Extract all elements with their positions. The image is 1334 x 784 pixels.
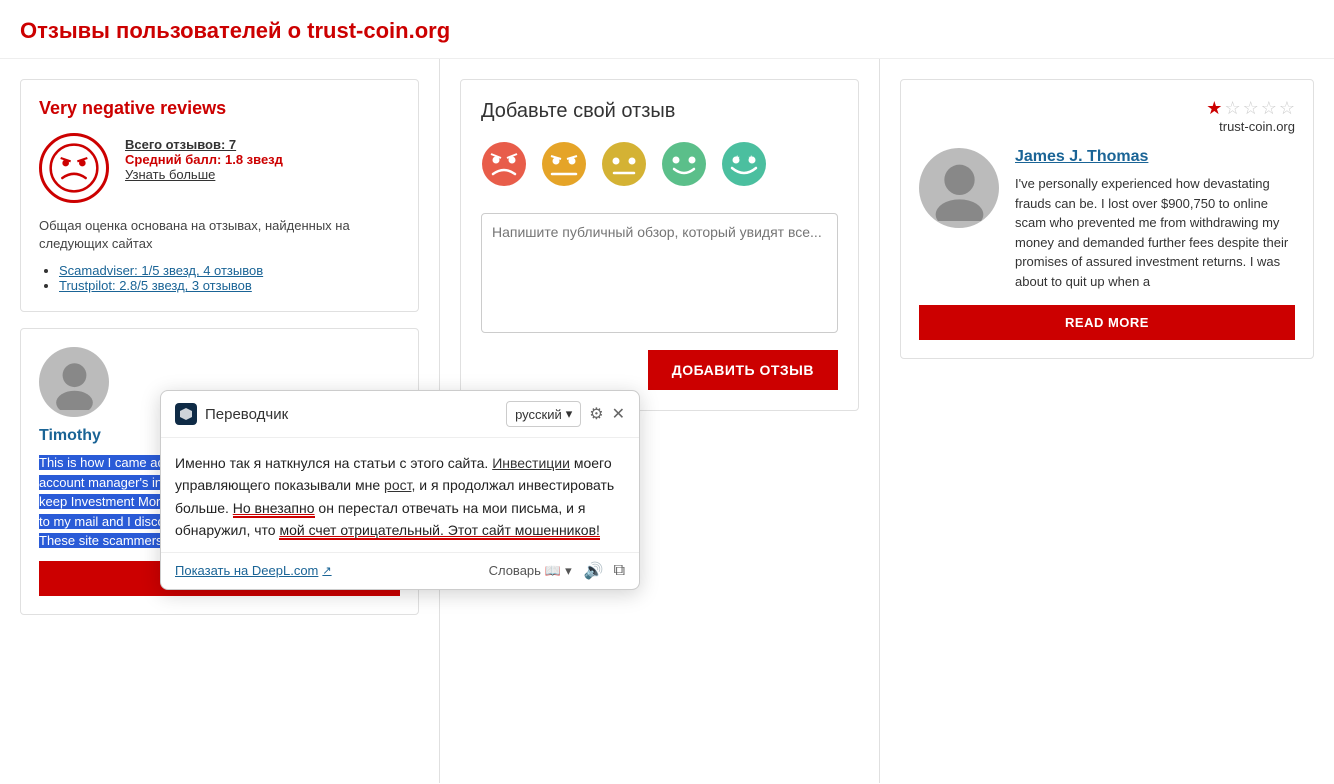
source-scamadviser-link[interactable]: Scamadviser: 1/5 звезд, 4 отзывов [59, 263, 263, 278]
negative-account-span: мой счет отрицательный. Этот сайт мошенн… [279, 522, 599, 540]
but-suddenly-span: Но внезапно [233, 500, 315, 518]
neg-stats: Всего отзывов: 7 Средний балл: 1.8 звезд… [125, 133, 283, 182]
james-name: James J. Thomas [1015, 148, 1295, 166]
stars-rating: ★ ☆ ☆ ☆ ☆ [1206, 98, 1295, 119]
investments-link: Инвестиции [492, 455, 570, 471]
negative-reviews-box: Very negative reviews Всего отзывов: 7 С… [20, 79, 419, 312]
james-read-more-button[interactable]: READ MORE [919, 305, 1295, 340]
close-icon[interactable]: ✕ [612, 404, 625, 424]
translation-text: Именно так я наткнулся на статьи с этого… [175, 452, 625, 542]
settings-icon[interactable]: ⚙ [589, 404, 603, 424]
popup-body: Именно так я наткнулся на статьи с этого… [161, 438, 639, 552]
negative-reviews-title: Very negative reviews [39, 98, 400, 119]
neg-summary: Всего отзывов: 7 Средний балл: 1.8 звезд… [39, 133, 400, 203]
source-item[interactable]: Trustpilot: 2.8/5 звезд, 3 отзывов [59, 278, 400, 293]
learn-more-link[interactable]: Узнать больше [125, 167, 283, 182]
emoji-row: ★ ★ [481, 141, 838, 197]
footer-icons: 🔊 ⧉ [584, 561, 625, 581]
svg-text:★: ★ [734, 154, 740, 162]
deepl-external-link[interactable]: Показать на DeepL.com ↗ [175, 563, 332, 578]
copy-icon[interactable]: ⧉ [614, 562, 625, 580]
page-title: Отзывы пользователей о trust-coin.org [20, 18, 1314, 44]
translation-popup: Переводчик русский ▾ ⚙ ✕ Именно так я на… [160, 390, 640, 590]
popup-footer: Показать на DeepL.com ↗ Словарь 📖 ▾ 🔊 ⧉ [161, 552, 639, 589]
popup-header: Переводчик русский ▾ ⚙ ✕ [161, 391, 639, 438]
total-reviews: Всего отзывов: 7 [125, 137, 283, 152]
svg-text:★: ★ [748, 154, 754, 162]
review-textarea[interactable] [481, 213, 838, 333]
reviewed-site-name: trust-coin.org [1206, 119, 1295, 134]
angry-face-icon [39, 133, 109, 203]
lang-selector[interactable]: русский ▾ [506, 401, 581, 427]
emoji-neutral[interactable] [601, 141, 647, 197]
james-body: James J. Thomas I've personally experien… [919, 148, 1295, 291]
star-2: ☆ [1224, 98, 1240, 119]
add-review-box: Добавьте свой отзыв [460, 79, 859, 411]
neg-description: Общая оценка основана на отзывах, найден… [39, 217, 400, 253]
page-header: Отзывы пользователей о trust-coin.org [0, 0, 1334, 59]
emoji-very-happy[interactable]: ★ ★ [721, 141, 767, 197]
chevron-down-icon: ▾ [566, 406, 573, 422]
neg-sources-list: Scamadviser: 1/5 звезд, 4 отзывов Trustp… [39, 263, 400, 293]
add-review-title: Добавьте свой отзыв [481, 100, 838, 123]
timothy-avatar [39, 347, 109, 417]
chevron-down-dict-icon: ▾ [565, 563, 572, 579]
source-item[interactable]: Scamadviser: 1/5 звезд, 4 отзывов [59, 263, 400, 278]
avg-score: Средний балл: 1.8 звезд [125, 152, 283, 167]
emoji-annoyed[interactable] [541, 141, 587, 197]
dictionary-button[interactable]: Словарь 📖 ▾ [489, 563, 572, 579]
star-3: ☆ [1243, 98, 1259, 119]
james-avatar [919, 148, 999, 228]
james-info: James J. Thomas I've personally experien… [1015, 148, 1295, 291]
emoji-happy[interactable] [661, 141, 707, 197]
popup-title: Переводчик [205, 406, 498, 423]
james-card: ★ ☆ ☆ ☆ ☆ trust-coin.org [900, 79, 1314, 359]
emoji-very-angry[interactable] [481, 141, 527, 197]
source-trustpilot-link[interactable]: Trustpilot: 2.8/5 звезд, 3 отзывов [59, 278, 252, 293]
star-5: ☆ [1279, 98, 1295, 119]
right-panel: ★ ☆ ☆ ☆ ☆ trust-coin.org [880, 59, 1334, 783]
star-4: ☆ [1261, 98, 1277, 119]
add-review-button[interactable]: ДОБАВИТЬ ОТЗЫВ [648, 350, 838, 390]
james-review: I've personally experienced how devastat… [1015, 174, 1295, 291]
deepl-logo-icon [175, 403, 197, 425]
lang-label: русский [515, 407, 562, 422]
james-header: ★ ☆ ☆ ☆ ☆ trust-coin.org [919, 98, 1295, 134]
external-link-icon: ↗ [322, 564, 331, 577]
book-icon: 📖 [545, 563, 561, 579]
speaker-icon[interactable]: 🔊 [584, 561, 604, 581]
growth-link: рост [384, 477, 411, 493]
star-1: ★ [1206, 98, 1222, 119]
